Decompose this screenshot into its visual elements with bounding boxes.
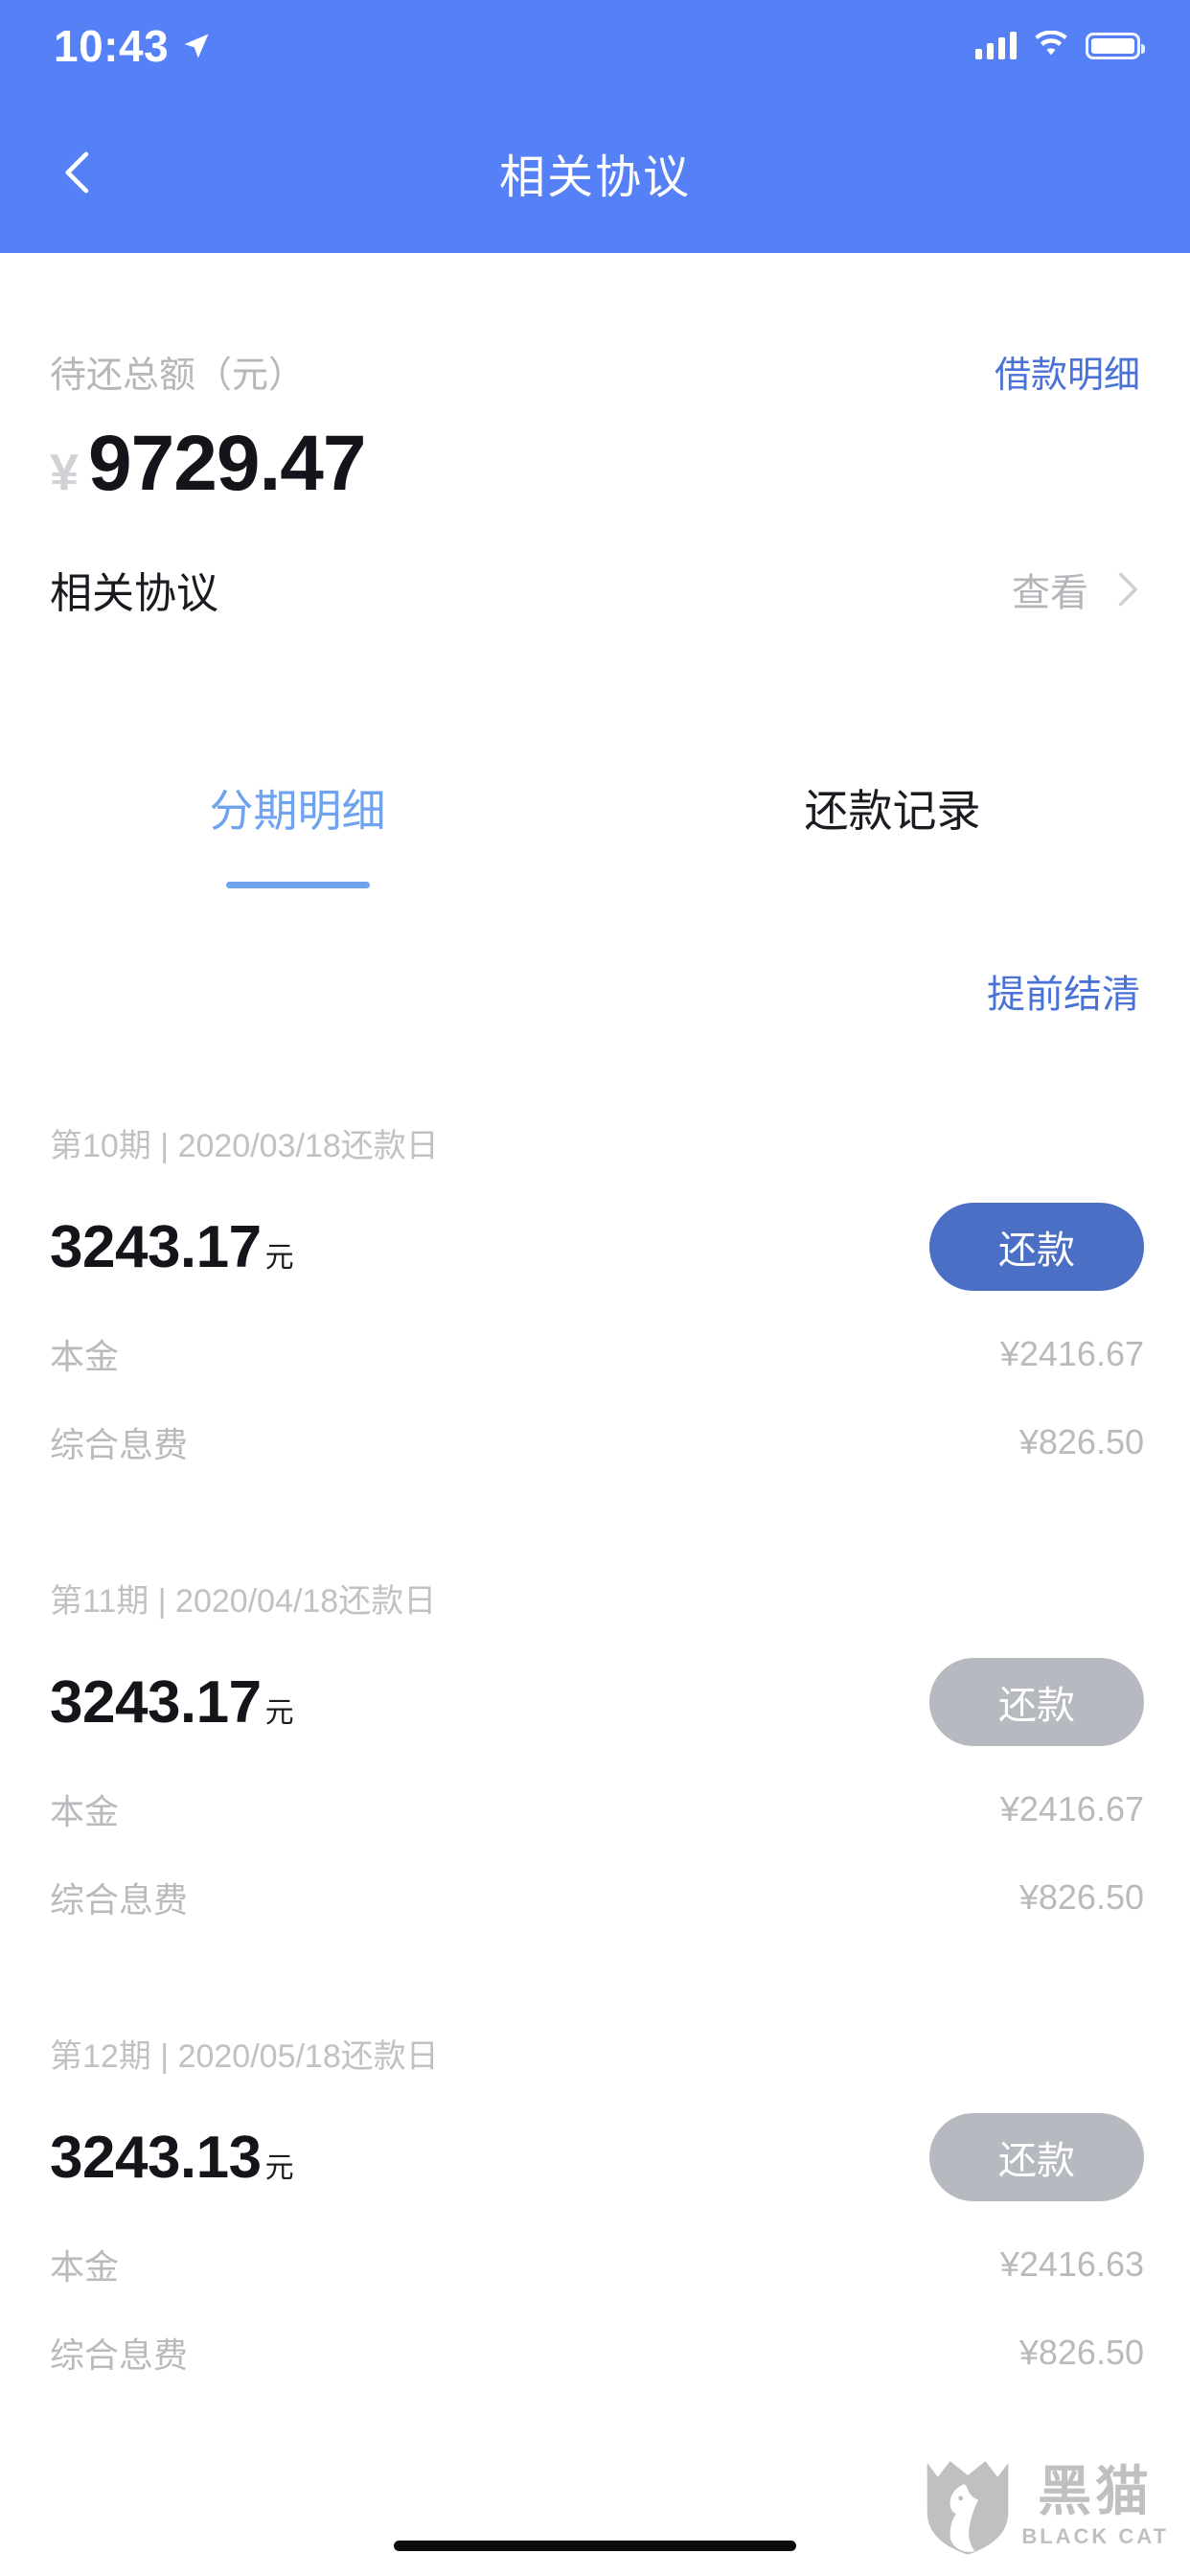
home-indicator[interactable] — [394, 2541, 796, 2551]
currency-symbol: ¥ — [50, 444, 80, 501]
installment-period: 第10期 — [50, 1128, 151, 1164]
interest-label: 综合息费 — [50, 2335, 189, 2375]
installment-due-date: 2020/04/18还款日 — [175, 1583, 437, 1620]
agreement-action-group[interactable]: 查看 — [1012, 562, 1148, 617]
installment-amount-unit: 元 — [264, 1696, 294, 1729]
installment-item: 第12期 | 2020/05/18还款日 3243.13 元 还款 本金 ¥24… — [0, 2003, 1190, 2378]
watermark-en: BLACK CAT — [1021, 2524, 1169, 2548]
installment-meta: 第12期 | 2020/05/18还款日 — [50, 2003, 1144, 2077]
installment-period: 第12期 — [50, 2038, 151, 2075]
tab-bar: 分期明细 还款记录 — [0, 776, 1190, 888]
battery-icon — [1086, 33, 1145, 59]
installment-main-row: 3243.13 元 还款 — [50, 2077, 1144, 2201]
principal-value: ¥2416.67 — [999, 1789, 1144, 1828]
tab-inactive-indicator — [821, 882, 965, 888]
installment-interest-row: 综合息费 ¥826.50 — [50, 1834, 1144, 1922]
principal-value: ¥2416.67 — [999, 1334, 1144, 1373]
interest-label: 综合息费 — [50, 1880, 189, 1920]
watermark-cn: 黑猫 — [1038, 2461, 1154, 2521]
list-divider — [0, 1922, 1190, 2003]
repay-button: 还款 — [929, 1658, 1144, 1746]
summary-section: 待还总额（元） 借款明细 ¥ 9729.47 相关协议 查看 — [0, 253, 1190, 620]
agreement-title: 相关协议 — [50, 570, 218, 617]
tab-installment-detail[interactable]: 分期明细 — [0, 776, 595, 888]
principal-value: ¥2416.63 — [999, 2244, 1144, 2284]
installment-due-date: 2020/03/18还款日 — [177, 1128, 439, 1164]
phone-screen: 10:43 相关协议 待还总额（元） 借款明细 ¥ 9729.47 相关协议 查… — [0, 0, 1190, 2576]
cellular-signal-icon — [975, 32, 1017, 59]
watermark: 黑猫 BLACK CAT — [924, 2457, 1169, 2557]
installment-amount: 3243.17 元 — [50, 1668, 294, 1736]
app-header: 10:43 相关协议 — [0, 0, 1190, 253]
tab-installment-detail-label: 分期明细 — [209, 786, 386, 836]
installment-interest-row: 综合息费 ¥826.50 — [50, 1379, 1144, 1467]
installment-principal-row: 本金 ¥2416.67 — [50, 1746, 1144, 1834]
installment-amount: 3243.13 元 — [50, 2124, 294, 2192]
repay-button: 还款 — [929, 2113, 1144, 2201]
wifi-icon — [1034, 30, 1068, 62]
black-cat-shield-icon — [927, 2461, 1009, 2555]
repay-button[interactable]: 还款 — [929, 1203, 1144, 1291]
principal-label: 本金 — [50, 1792, 120, 1831]
installment-principal-row: 本金 ¥2416.67 — [50, 1291, 1144, 1379]
principal-label: 本金 — [50, 1337, 120, 1376]
total-row: 待还总额（元） 借款明细 — [0, 253, 1190, 398]
installment-principal-row: 本金 ¥2416.63 — [50, 2201, 1144, 2289]
total-amount-value: 9729.47 — [88, 420, 366, 507]
installment-separator: | — [160, 2038, 170, 2075]
installment-amount-value: 3243.17 — [50, 1213, 262, 1280]
installment-amount-value: 3243.17 — [50, 1668, 262, 1736]
installment-amount-value: 3243.13 — [50, 2124, 262, 2191]
status-bar-right — [975, 30, 1145, 62]
chevron-right-icon — [1118, 572, 1137, 607]
installment-amount-unit: 元 — [264, 1241, 294, 1274]
installment-meta: 第11期 | 2020/04/18还款日 — [50, 1548, 1144, 1622]
navigation-bar: 相关协议 — [0, 92, 1190, 253]
installment-item: 第11期 | 2020/04/18还款日 3243.17 元 还款 本金 ¥24… — [0, 1548, 1190, 1922]
interest-value: ¥826.50 — [1018, 2333, 1144, 2372]
interest-label: 综合息费 — [50, 1425, 189, 1464]
installment-interest-row: 综合息费 ¥826.50 — [50, 2289, 1144, 2378]
principal-label: 本金 — [50, 2247, 120, 2287]
installment-amount-unit: 元 — [264, 2151, 294, 2184]
watermark-text: 黑猫 BLACK CAT — [1021, 2465, 1169, 2549]
installment-list: 第10期 | 2020/03/18还款日 3243.17 元 还款 本金 ¥24… — [0, 1092, 1190, 2378]
installment-meta: 第10期 | 2020/03/18还款日 — [50, 1092, 1144, 1166]
installment-main-row: 3243.17 元 还款 — [50, 1166, 1144, 1291]
agreement-view-label: 查看 — [1012, 572, 1088, 614]
installment-period: 第11期 — [50, 1583, 149, 1620]
tab-repayment-record-label: 还款记录 — [804, 786, 981, 836]
tab-repayment-record[interactable]: 还款记录 — [595, 776, 1190, 888]
installment-separator: | — [160, 1128, 170, 1164]
status-time: 10:43 — [54, 21, 170, 71]
installment-main-row: 3243.17 元 还款 — [50, 1622, 1144, 1746]
back-button[interactable] — [38, 132, 119, 213]
interest-value: ¥826.50 — [1018, 1422, 1144, 1461]
loan-detail-link[interactable]: 借款明细 — [995, 345, 1140, 398]
settle-early-link[interactable]: 提前结清 — [987, 974, 1140, 1016]
chevron-left-icon — [65, 151, 89, 194]
settle-early-row: 提前结清 — [0, 963, 1190, 1019]
installment-due-date: 2020/05/18还款日 — [177, 2038, 439, 2075]
location-arrow-icon — [182, 32, 211, 60]
tab-active-indicator — [225, 882, 370, 888]
installment-item: 第10期 | 2020/03/18还款日 3243.17 元 还款 本金 ¥24… — [0, 1092, 1190, 1467]
status-bar: 10:43 — [0, 0, 1190, 92]
interest-value: ¥826.50 — [1018, 1877, 1144, 1917]
page-title: 相关协议 — [498, 152, 691, 203]
list-divider — [0, 1467, 1190, 1548]
agreement-row[interactable]: 相关协议 查看 — [0, 509, 1190, 620]
total-amount-row: ¥ 9729.47 — [0, 398, 1190, 509]
status-bar-left: 10:43 — [54, 20, 211, 72]
installment-separator: | — [157, 1583, 167, 1620]
total-amount-label: 待还总额（元） — [50, 356, 306, 396]
installment-amount: 3243.17 元 — [50, 1213, 294, 1281]
